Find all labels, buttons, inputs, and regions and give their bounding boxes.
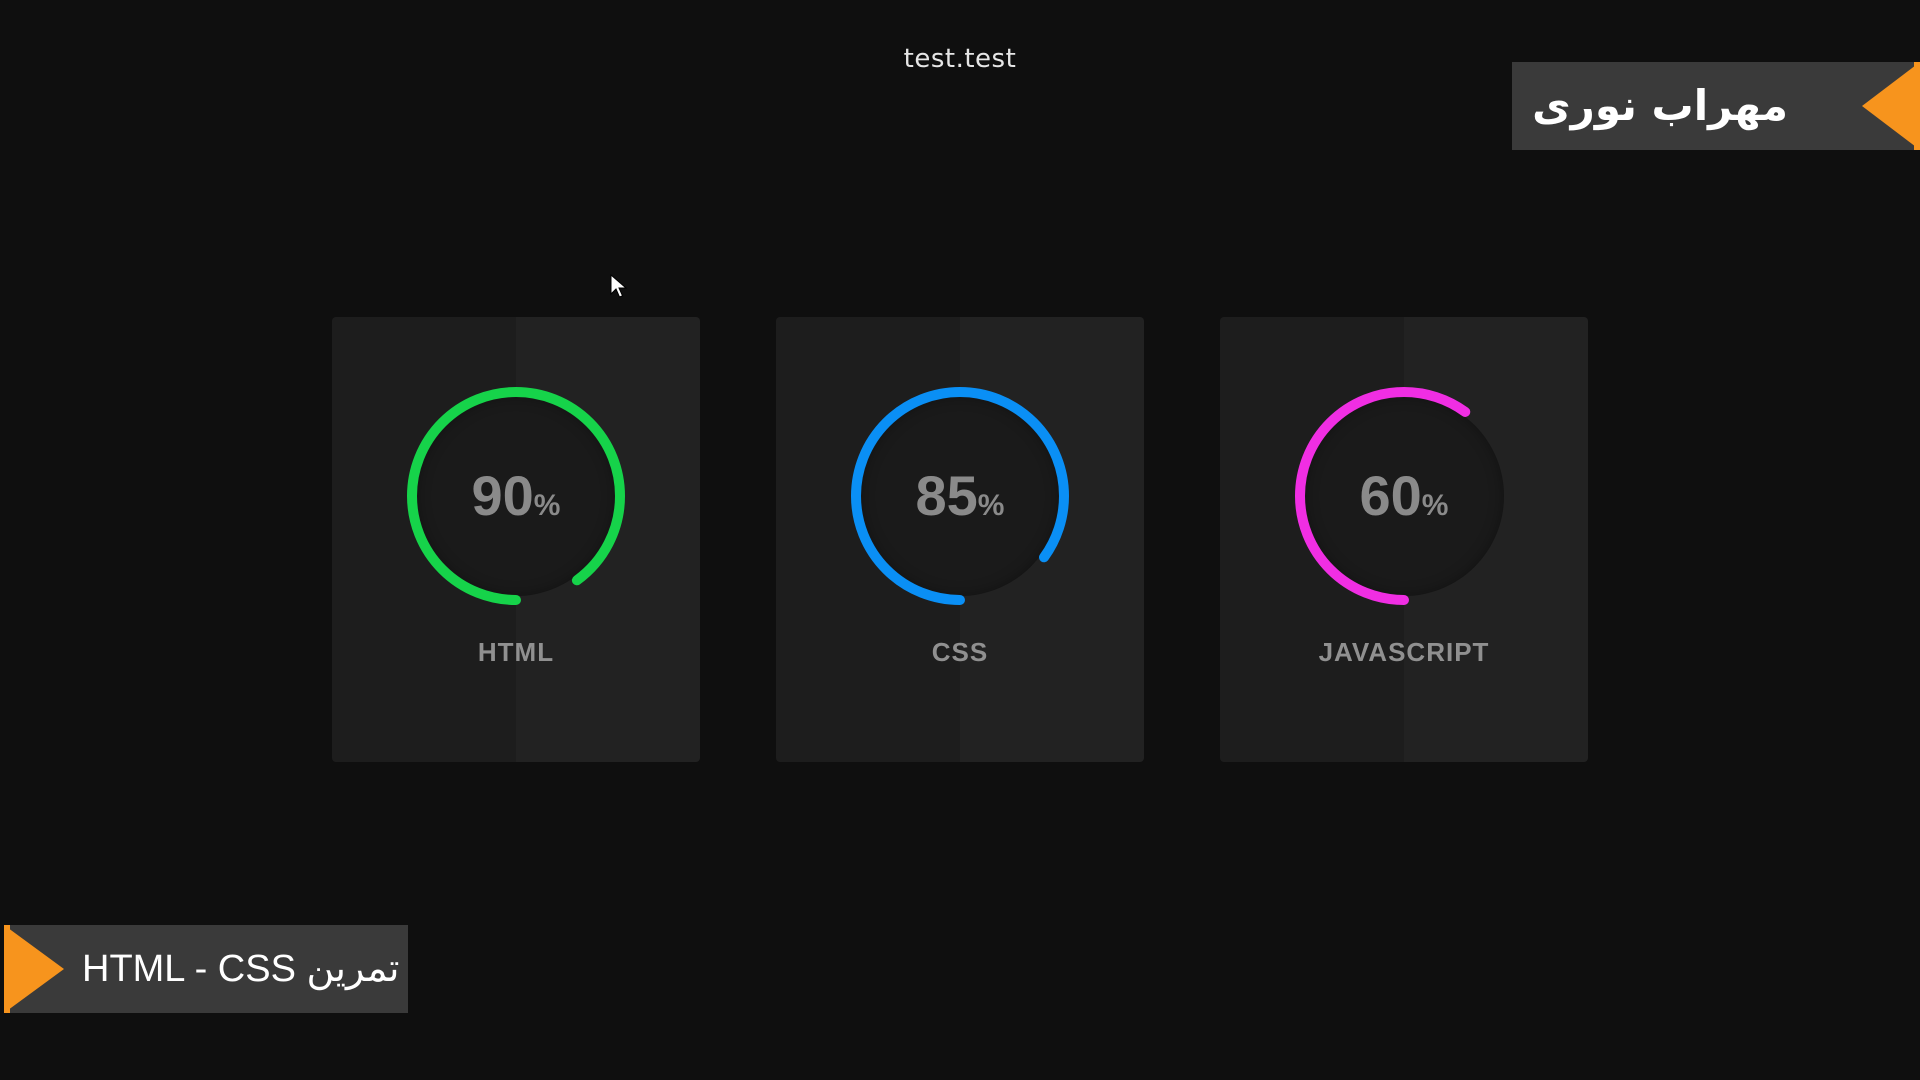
progress-ring: 60%	[1293, 385, 1515, 607]
screen: test.test مهراب نوری 90% HTML 85% CSS 60…	[0, 0, 1920, 1080]
percent-value: 60%	[1359, 464, 1449, 527]
course-title: تمرین HTML - CSS	[82, 948, 400, 990]
skill-card-html: 90% HTML	[332, 317, 700, 762]
progress-ring: 85%	[849, 385, 1071, 607]
skill-label: CSS	[931, 637, 989, 667]
progress-ring: 90%	[405, 385, 627, 607]
percent-value: 85%	[915, 464, 1005, 527]
skill-label: HTML	[477, 637, 555, 667]
skill-label: JAVASCRIPT	[1318, 637, 1490, 667]
banner-accent-strip	[1914, 62, 1920, 150]
skills-cards: 90% HTML 85% CSS 60% JAVASCRIPT	[332, 317, 1588, 762]
course-banner: تمرین HTML - CSS	[4, 925, 408, 1013]
mouse-cursor-icon	[610, 274, 628, 298]
skill-card-css: 85% CSS	[776, 317, 1144, 762]
skill-card-javascript: 60% JAVASCRIPT	[1220, 317, 1588, 762]
percent-value: 90%	[471, 464, 561, 527]
author-banner: مهراب نوری	[1512, 62, 1920, 150]
author-name: مهراب نوری	[1532, 81, 1788, 130]
arrow-left-icon	[1862, 62, 1920, 150]
banner-accent-strip	[4, 925, 10, 1013]
arrow-right-icon	[4, 925, 64, 1013]
